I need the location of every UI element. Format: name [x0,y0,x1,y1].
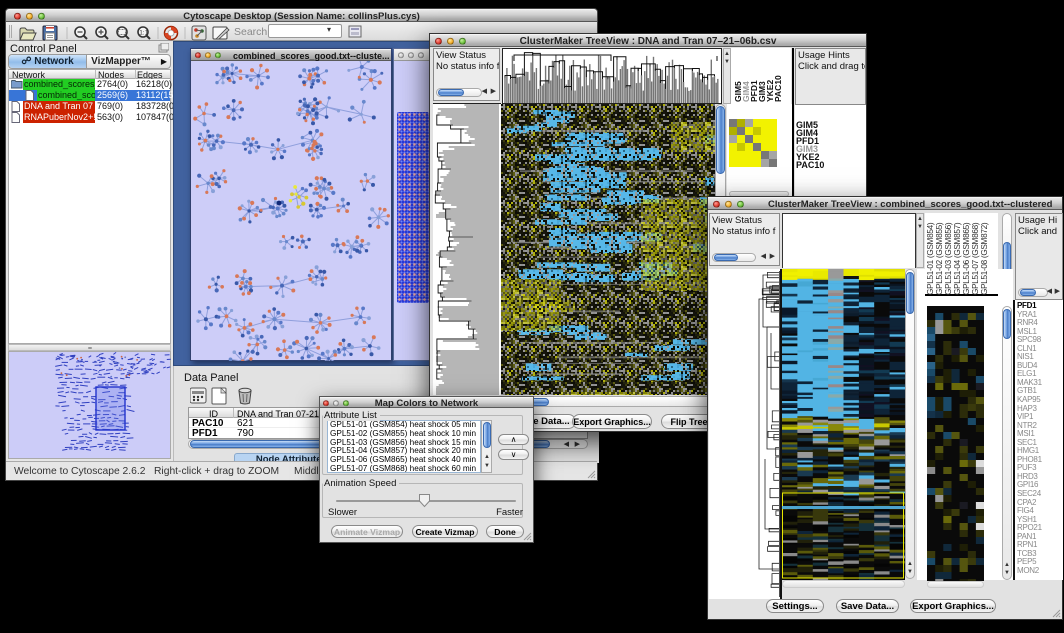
svg-text:GPL51-03 (GSM856): GPL51-03 (GSM856) [944,222,953,295]
svg-text:GPL51-08 (GSM872): GPL51-08 (GSM872) [980,222,989,295]
svg-text:GPL51-02 (GSM855): GPL51-02 (GSM855) [935,222,944,295]
svg-text:GPL51-07 (GSM868): GPL51-07 (GSM868) [971,222,980,295]
svg-text:PAC10: PAC10 [773,75,783,102]
svg-text:GPL51-04 (GSM857): GPL51-04 (GSM857) [953,222,962,295]
svg-text:GPL51-01 (GSM854): GPL51-01 (GSM854) [926,222,935,295]
svg-text:GPL51-06 (GSM865): GPL51-06 (GSM865) [962,222,971,295]
